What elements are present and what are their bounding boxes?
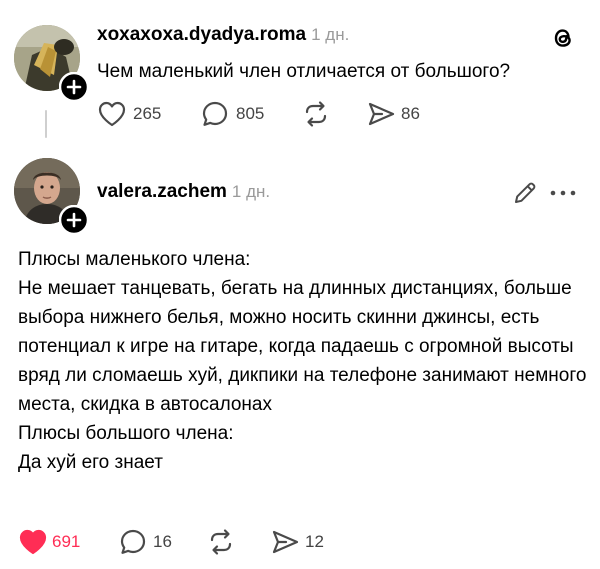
thread-line bbox=[45, 110, 47, 138]
comment-button[interactable]: 16 bbox=[118, 527, 178, 557]
like-count: 691 bbox=[52, 532, 81, 551]
ellipsis-icon[interactable] bbox=[548, 182, 578, 204]
pencil-icon[interactable] bbox=[512, 180, 538, 206]
like-button[interactable]: 691 bbox=[18, 527, 88, 557]
post-text: Чем маленький член отличается от большог… bbox=[97, 61, 511, 82]
post-paragraph: Не мешает танцевать, бегать на длинных д… bbox=[18, 278, 587, 415]
paper-plane-icon bbox=[368, 102, 395, 126]
post-time: 1 дн. bbox=[311, 25, 350, 44]
comment-button[interactable]: 805 bbox=[200, 99, 270, 129]
repost-icon bbox=[210, 529, 232, 555]
heart-icon bbox=[19, 529, 47, 555]
share-count: 12 bbox=[305, 532, 324, 551]
follow-plus-icon[interactable] bbox=[59, 205, 89, 235]
post-time: 1 дн. bbox=[231, 182, 271, 201]
like-button[interactable]: 265 bbox=[97, 99, 167, 129]
repost-icon bbox=[305, 101, 327, 127]
username[interactable]: xoxaxoxa.dyadya.roma bbox=[97, 24, 306, 45]
post-text: Плюсы маленького члена: Не мешает танцев… bbox=[18, 245, 588, 477]
post-paragraph: Да хуй его знает bbox=[18, 452, 163, 473]
repost-button[interactable] bbox=[206, 527, 238, 557]
share-button[interactable]: 86 bbox=[366, 99, 436, 129]
speech-bubble-icon bbox=[120, 529, 146, 554]
share-button[interactable]: 12 bbox=[270, 527, 330, 557]
username-row: xoxaxoxa.dyadya.roma 1 дн. bbox=[97, 24, 349, 46]
follow-plus-icon[interactable] bbox=[59, 72, 89, 102]
like-count: 265 bbox=[133, 104, 162, 123]
comment-count: 805 bbox=[236, 104, 265, 123]
username[interactable]: valera.zachem bbox=[97, 181, 227, 202]
comment-count: 16 bbox=[153, 532, 172, 551]
username-row: valera.zachem 1 дн. bbox=[97, 181, 270, 203]
repost-button[interactable] bbox=[301, 99, 333, 129]
speech-bubble-icon bbox=[202, 101, 228, 126]
post-paragraph: Плюсы большого члена: bbox=[18, 423, 234, 444]
post-paragraph: Плюсы маленького члена: bbox=[18, 249, 251, 270]
heart-icon bbox=[98, 101, 126, 127]
threads-logo-icon[interactable] bbox=[549, 24, 577, 52]
share-count: 86 bbox=[401, 104, 420, 123]
paper-plane-icon bbox=[272, 530, 299, 554]
